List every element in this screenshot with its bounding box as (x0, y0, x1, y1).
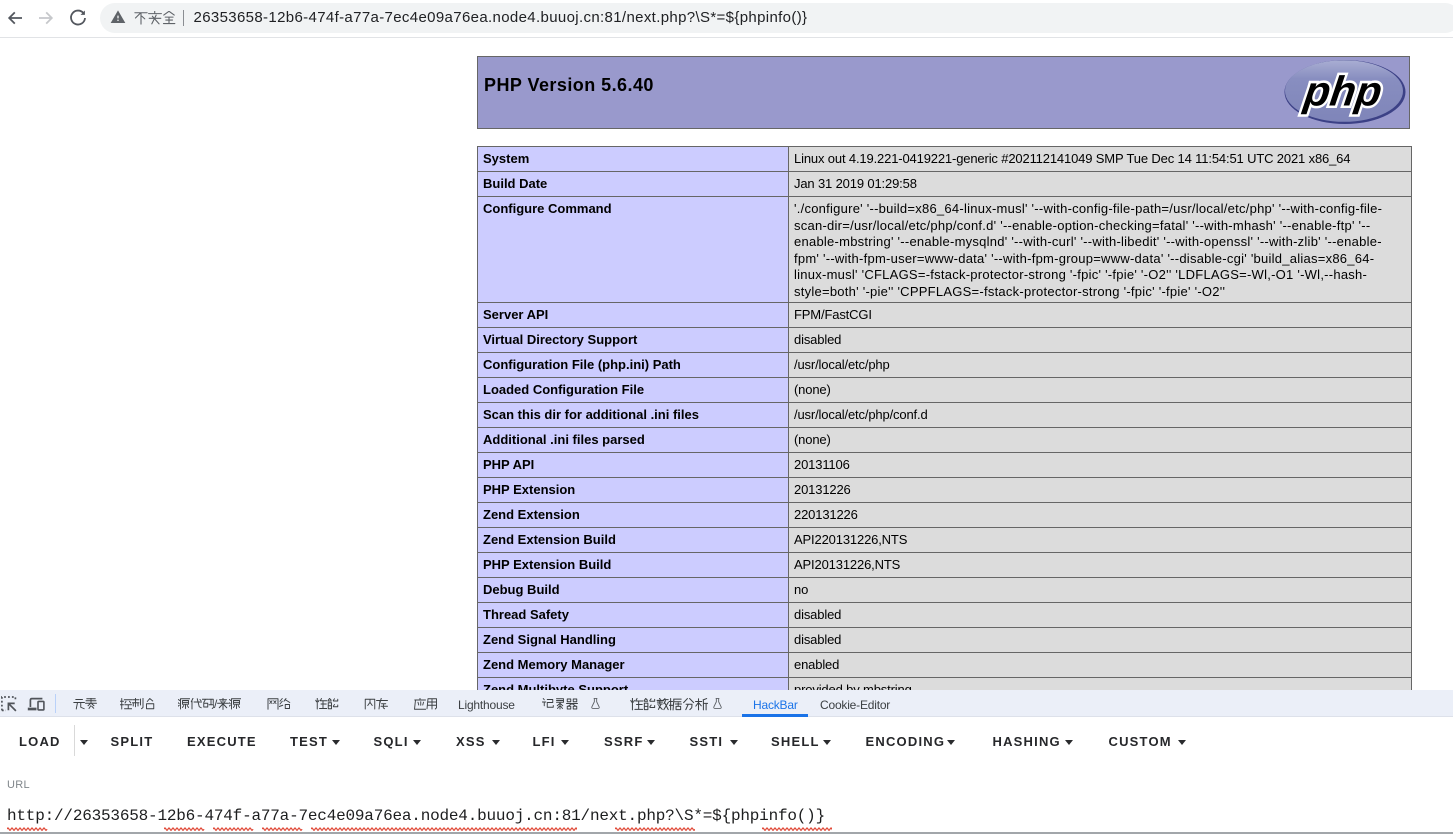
svg-text:php: php (1301, 68, 1386, 115)
